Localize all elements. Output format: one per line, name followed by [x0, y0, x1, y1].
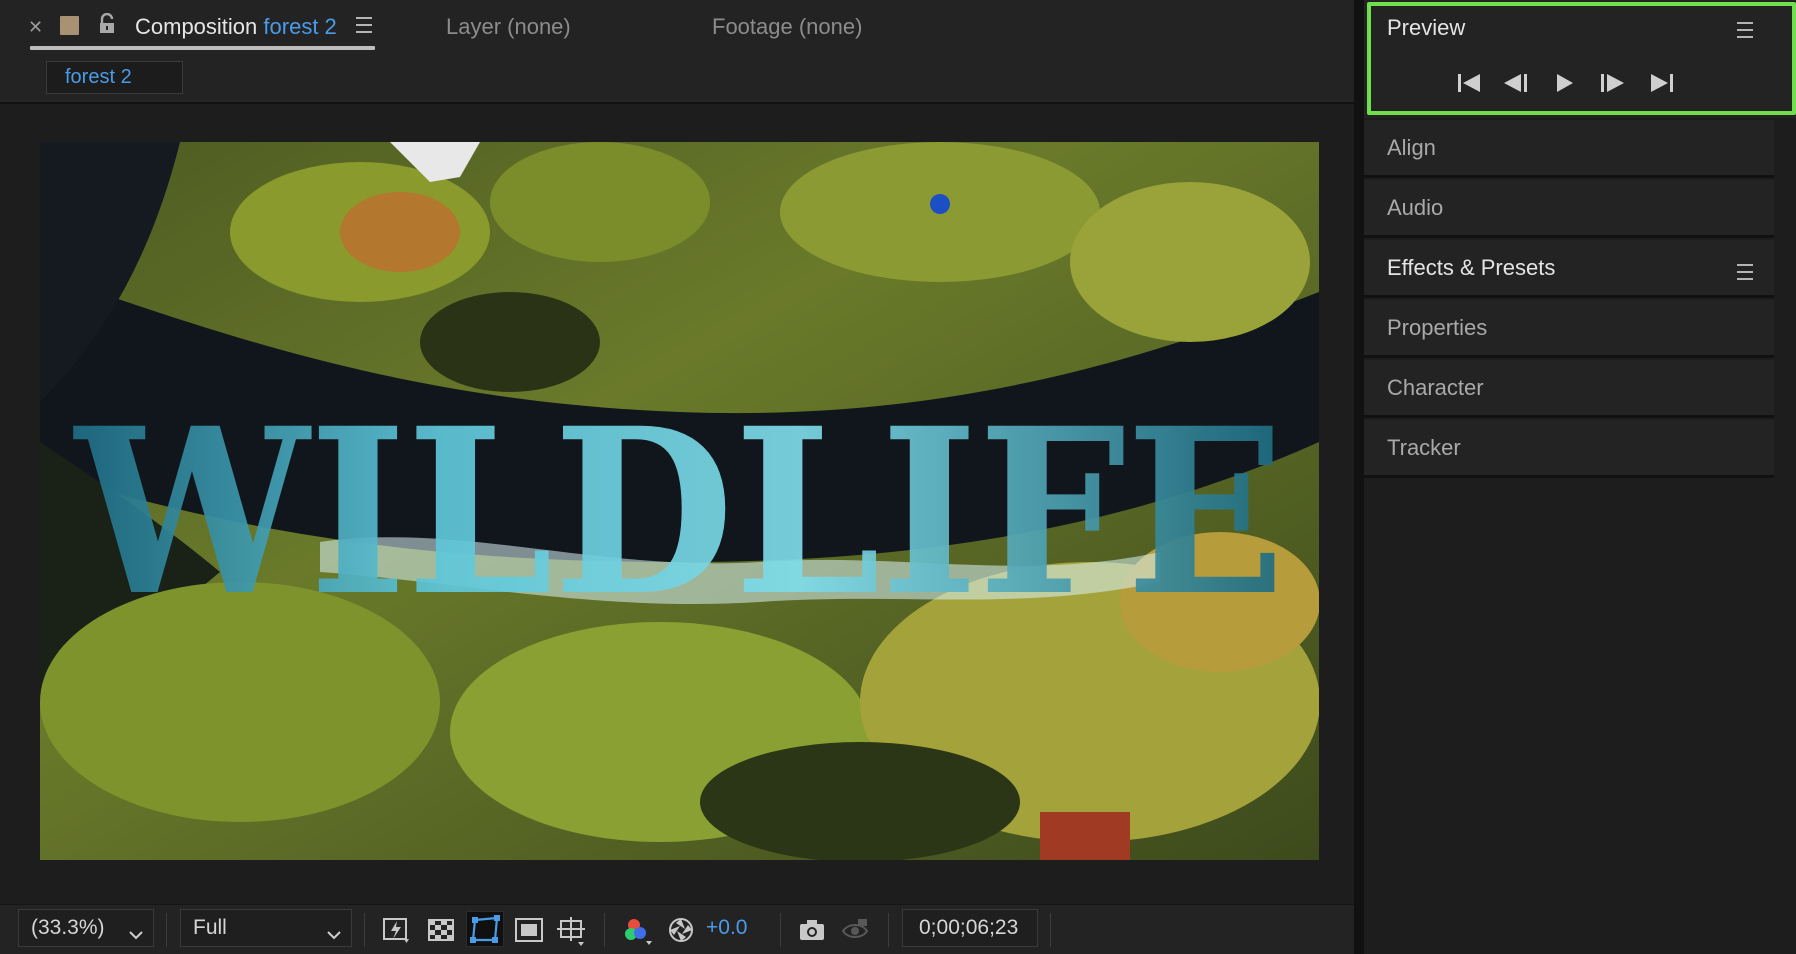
chevron-down-icon [327, 922, 341, 946]
color-channels-icon[interactable] [622, 915, 652, 945]
snapshot-icon[interactable] [797, 915, 827, 945]
transparency-grid-icon[interactable] [426, 915, 456, 945]
composition-viewer[interactable]: WILDLIFE [10, 106, 1354, 906]
play-icon[interactable] [1550, 70, 1580, 96]
label-color-swatch[interactable] [60, 16, 79, 35]
previous-frame-icon[interactable] [1501, 70, 1531, 96]
preview-controls [1454, 70, 1694, 96]
properties-panel[interactable]: Properties [1364, 300, 1774, 358]
composition-frame[interactable]: WILDLIFE [40, 142, 1319, 860]
last-frame-icon[interactable] [1647, 70, 1677, 96]
align-panel[interactable]: Align [1364, 120, 1774, 178]
tab-composition-name: forest 2 [263, 14, 337, 39]
chevron-down-icon [129, 922, 143, 946]
next-frame-icon[interactable] [1597, 70, 1627, 96]
properties-panel-title: Properties [1387, 315, 1488, 340]
right-panel-column: Preview Align Audio Effects & Presets Pr… [1364, 0, 1796, 954]
panel-menu-icon[interactable] [1737, 22, 1753, 43]
panel-menu-icon[interactable] [1737, 264, 1753, 285]
tab-footage[interactable]: Footage (none) [712, 14, 862, 40]
tab-composition[interactable]: Composition forest 2 [135, 14, 337, 40]
region-of-interest-icon[interactable] [514, 915, 544, 945]
active-tab-indicator [30, 46, 375, 50]
character-panel[interactable]: Character [1364, 360, 1774, 418]
current-time-display[interactable]: 0;00;06;23 [902, 909, 1038, 947]
tab-layer[interactable]: Layer (none) [446, 14, 571, 40]
magnification-dropdown[interactable]: (33.3%) [18, 909, 154, 947]
timecode-value: 0;00;06;23 [919, 916, 1019, 939]
align-panel-title: Align [1387, 135, 1436, 160]
composition-panel: ✕ Composition forest 2 Layer (none) Foot… [0, 0, 1354, 954]
effects-presets-panel-title: Effects & Presets [1387, 255, 1556, 280]
effects-presets-panel[interactable]: Effects & Presets [1364, 240, 1774, 298]
first-frame-icon[interactable] [1454, 70, 1484, 96]
character-panel-title: Character [1387, 375, 1484, 400]
tab-composition-prefix: Composition [135, 14, 258, 39]
panel-divider[interactable] [1354, 0, 1364, 954]
audio-panel-title: Audio [1387, 195, 1444, 220]
viewer-toolbar: (33.3%) Full +0.0 0;00;06;23 [0, 904, 1354, 954]
resolution-value: Full [193, 916, 227, 939]
lock-icon[interactable] [98, 12, 116, 39]
close-icon[interactable]: ✕ [28, 17, 43, 38]
show-snapshot-icon[interactable] [840, 915, 870, 945]
tracker-panel-title: Tracker [1387, 435, 1461, 460]
audio-panel[interactable]: Audio [1364, 180, 1774, 238]
preview-panel-title[interactable]: Preview [1387, 15, 1465, 41]
magnification-value: (33.3%) [31, 916, 105, 939]
composition-navigator-bar: forest 2 [0, 58, 1354, 104]
composition-tab-bar: ✕ Composition forest 2 Layer (none) Foot… [0, 0, 1354, 58]
tracker-panel[interactable]: Tracker [1364, 420, 1774, 478]
mask-path-icon[interactable] [466, 911, 504, 947]
fast-preview-icon[interactable] [382, 915, 412, 945]
wildlife-title-overlay: WILDLIFE [73, 378, 1285, 646]
composition-breadcrumb[interactable]: forest 2 [46, 61, 183, 94]
preview-panel: Preview [1364, 0, 1796, 118]
guides-icon[interactable] [556, 915, 586, 946]
exposure-reset-icon[interactable] [666, 915, 696, 945]
panel-menu-icon[interactable] [356, 17, 372, 38]
exposure-value[interactable]: +0.0 [706, 916, 747, 940]
resolution-dropdown[interactable]: Full [180, 909, 352, 947]
aerial-forest-image: WILDLIFE [40, 142, 1319, 860]
